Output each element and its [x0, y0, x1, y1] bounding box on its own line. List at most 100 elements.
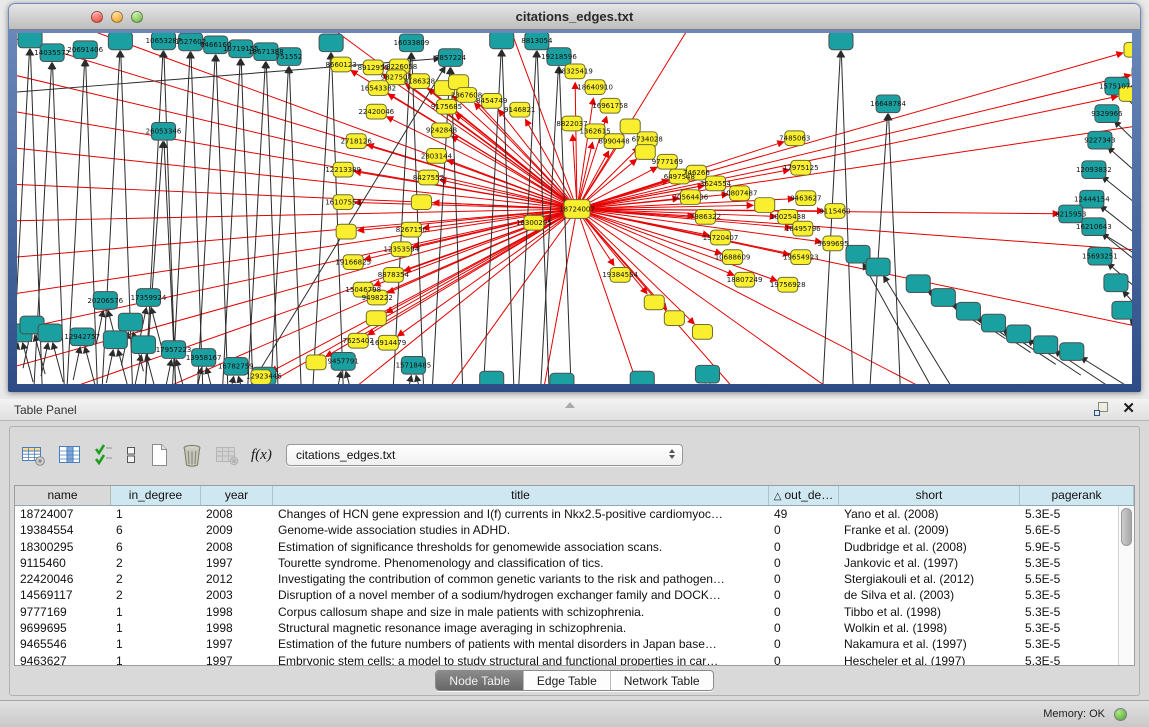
graph-node[interactable] — [620, 119, 640, 134]
minimize-window-button[interactable] — [111, 11, 123, 23]
graph-node-label: 10025438 — [770, 213, 806, 221]
table-cell: Investigating the contribution of common… — [273, 571, 769, 587]
table-cell: Disruption of a novel member of a sodium… — [273, 587, 769, 603]
table-row[interactable]: 1830029562008Estimation of significance … — [15, 539, 1118, 555]
graph-node[interactable] — [931, 289, 955, 307]
table-cell: 1 — [111, 653, 201, 666]
graph-node[interactable] — [1060, 343, 1084, 361]
graph-node[interactable] — [336, 224, 356, 239]
table-row[interactable]: 969969511998Structural magnetic resonanc… — [15, 620, 1118, 636]
graph-node[interactable] — [18, 33, 42, 48]
float-panel-icon[interactable] — [1094, 402, 1108, 416]
table-cell: 14569117 — [15, 587, 111, 603]
graph-node-label: 19166825 — [335, 259, 371, 267]
table-row[interactable]: 946362711997Embryonic stem cells: a mode… — [15, 653, 1118, 666]
table-scrollbar-thumb[interactable] — [1121, 508, 1132, 546]
graph-node[interactable] — [829, 33, 853, 50]
row-height-button[interactable] — [124, 443, 138, 467]
table-row[interactable]: 1938455462009Genome-wide association stu… — [15, 522, 1118, 538]
table-row[interactable]: 911546021997Tourette syndrome. Phenomeno… — [15, 555, 1118, 571]
graph-node[interactable] — [550, 373, 574, 384]
graph-node[interactable] — [635, 145, 655, 160]
table-cell: 5.3E-5 — [1020, 604, 1118, 620]
graph-node[interactable] — [103, 331, 127, 349]
graph-node[interactable] — [131, 336, 155, 354]
graph-node[interactable] — [1007, 325, 1031, 343]
table-cell: 2008 — [201, 539, 273, 555]
graph-node[interactable] — [644, 295, 664, 310]
network-view[interactable]: 1403557220691406106532871527602646616010… — [17, 33, 1132, 384]
delete-table-button[interactable] — [180, 442, 204, 468]
table-panel-body: f(x) citations_edges.txt name in_degree … — [9, 426, 1140, 696]
table-cell: 1 — [111, 506, 201, 522]
graph-node[interactable] — [118, 313, 142, 331]
table-panel-title: Table Panel — [14, 399, 77, 421]
window-controls — [91, 11, 143, 23]
graph-node-label: 9329966 — [1091, 110, 1122, 118]
graph-node[interactable] — [1124, 42, 1132, 57]
graph-node[interactable] — [1112, 301, 1132, 319]
table-row[interactable]: 946554611997Estimation of the future num… — [15, 636, 1118, 652]
graph-node[interactable] — [692, 325, 712, 340]
column-header-in-degree[interactable]: in_degree — [111, 486, 201, 505]
table-cell: 5.3E-5 — [1020, 653, 1118, 666]
graph-node-label: 2803144 — [421, 152, 453, 160]
graph-node[interactable] — [490, 33, 514, 49]
tab-network-table[interactable]: Network Table — [610, 671, 713, 690]
select-columns-button[interactable] — [93, 443, 114, 467]
table-row[interactable]: 977716911998Corpus callosum shape and si… — [15, 604, 1118, 620]
tab-node-table[interactable]: Node Table — [436, 671, 523, 690]
table-cell: 2 — [111, 571, 201, 587]
graph-node[interactable] — [1104, 274, 1128, 292]
column-header-short[interactable]: short — [839, 486, 1020, 505]
graph-node-label: 16107553 — [325, 199, 361, 207]
graph-node[interactable] — [981, 314, 1005, 332]
graph-node-label: 751552 — [276, 53, 303, 61]
graph-node-label: 12942757 — [64, 333, 100, 341]
column-header-year[interactable]: year — [201, 486, 273, 505]
graph-node[interactable] — [411, 195, 431, 210]
table-mode-button[interactable] — [20, 443, 47, 468]
table-cell: 1997 — [201, 555, 273, 571]
zoom-window-button[interactable] — [131, 11, 143, 23]
window-titlebar[interactable]: citations_edges.txt — [9, 4, 1140, 30]
graph-node-label: 8822037 — [556, 120, 587, 128]
graph-node[interactable] — [1034, 336, 1058, 354]
new-table-button[interactable] — [148, 442, 170, 468]
function-builder-button[interactable]: f(x) — [250, 446, 273, 465]
close-window-button[interactable] — [91, 11, 103, 23]
table-row[interactable]: 1456911722003Disruption of a novel membe… — [15, 587, 1118, 603]
table-body: 1872400712008Changes of HCN gene express… — [15, 506, 1118, 665]
graph-node[interactable] — [906, 275, 930, 293]
table-scrollbar[interactable] — [1118, 506, 1134, 665]
table-row[interactable]: 1872400712008Changes of HCN gene express… — [15, 506, 1118, 522]
graph-node[interactable] — [755, 198, 775, 213]
show-column-button[interactable] — [57, 443, 83, 467]
graph-node[interactable] — [956, 302, 980, 320]
graph-node[interactable] — [306, 355, 326, 370]
table-row[interactable]: 2242004622012Investigating the contribut… — [15, 571, 1118, 587]
new-file-icon — [149, 443, 169, 467]
graph-node[interactable] — [319, 34, 343, 52]
graph-node[interactable] — [630, 371, 654, 384]
status-bar: Memory: OK — [0, 700, 1149, 727]
graph-node[interactable] — [866, 258, 890, 276]
rows-icon — [125, 444, 137, 466]
graph-node[interactable] — [38, 324, 62, 342]
table-selector-dropdown[interactable]: citations_edges.txt — [286, 444, 683, 466]
column-header-name[interactable]: name — [15, 486, 111, 505]
column-header-pagerank[interactable]: pagerank — [1020, 486, 1134, 505]
graph-node[interactable] — [366, 311, 386, 326]
tab-edge-table[interactable]: Edge Table — [523, 671, 610, 690]
graph-node-label: 15718485 — [396, 362, 432, 370]
column-header-out-degree[interactable]: △out_de… — [769, 486, 839, 505]
column-header-title[interactable]: title — [273, 486, 769, 505]
graph-node[interactable] — [664, 311, 684, 326]
close-panel-icon[interactable]: ✕ — [1122, 402, 1135, 416]
import-table-button-disabled[interactable] — [214, 443, 240, 467]
graph-node[interactable] — [480, 371, 504, 384]
split-pane-handle[interactable] — [565, 402, 575, 408]
table-cell: 1998 — [201, 604, 273, 620]
graph-node[interactable] — [695, 365, 719, 383]
graph-node[interactable] — [108, 33, 132, 50]
